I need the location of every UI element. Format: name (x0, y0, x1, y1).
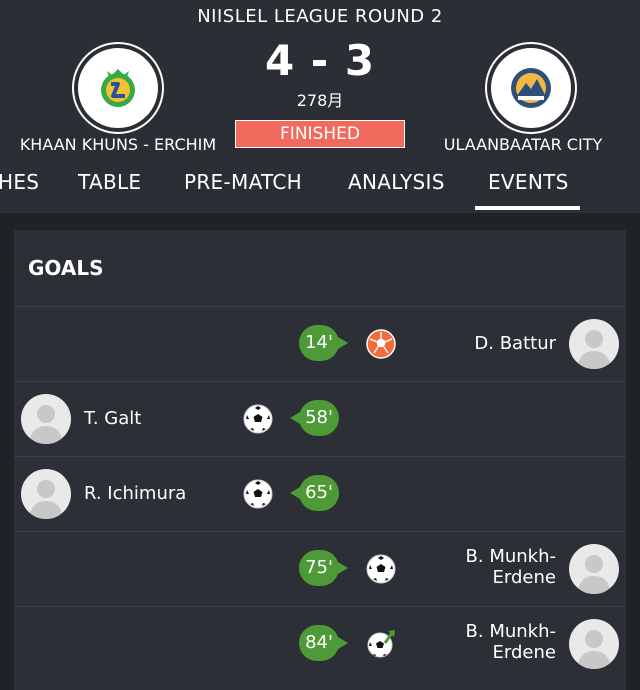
player-silhouette-icon (577, 555, 611, 594)
goal-minute-badge: 58' (290, 400, 339, 436)
player-avatar[interactable] (21, 469, 71, 519)
player-name-line2: Erdene (492, 642, 556, 663)
player-silhouette-icon (29, 405, 63, 444)
player-name[interactable]: B. Munkh- Erdene (466, 546, 556, 588)
soccer-ball-icon (243, 404, 273, 434)
player-avatar[interactable] (21, 394, 71, 444)
goal-minute-badge: 84' (299, 625, 348, 661)
tab-pre-match[interactable]: PRE-MATCH (184, 170, 302, 194)
goals-card: GOALS 14' D. Battur T. Galt 58' R. Ichim… (14, 230, 626, 690)
match-status-badge: FINISHED (235, 120, 405, 148)
home-team-logo[interactable] (74, 44, 162, 132)
player-avatar[interactable] (569, 319, 619, 369)
league-round-title: NIISLEL LEAGUE ROUND 2 (197, 6, 443, 27)
soccer-ball-icon (243, 479, 273, 509)
khaan-khuns-erchim-crest-icon (101, 69, 135, 107)
goal-minute-badge: 75' (299, 550, 348, 586)
home-team-name[interactable]: KHAAN KHUNS - ERCHIM (0, 135, 236, 154)
match-score: 4 - 3 (264, 36, 376, 85)
player-name[interactable]: T. Galt (84, 408, 141, 429)
goals-title: GOALS (28, 256, 104, 280)
ulaanbaatar-city-crest-icon (511, 68, 551, 108)
player-avatar[interactable] (569, 544, 619, 594)
match-header: NIISLEL LEAGUE ROUND 2 4 - 3 278月 FINISH… (0, 0, 640, 213)
player-silhouette-icon (29, 480, 63, 519)
player-name[interactable]: B. Munkh- Erdene (466, 621, 556, 663)
player-name[interactable]: R. Ichimura (84, 483, 186, 504)
goal-minute-badge: 14' (299, 325, 348, 361)
goal-minute-badge: 65' (290, 475, 339, 511)
tab-analysis[interactable]: ANALYSIS (348, 170, 445, 194)
own-goal-ball-icon (366, 329, 396, 359)
player-name-line1: B. Munkh- (465, 546, 556, 567)
goal-event-row[interactable]: R. Ichimura 65' (14, 456, 626, 531)
tab-table[interactable]: TABLE (78, 170, 141, 194)
player-name-line2: Erdene (492, 567, 556, 588)
match-date: 278月 (296, 91, 344, 110)
goal-event-row[interactable]: 14' D. Battur (14, 306, 626, 381)
away-team-name[interactable]: ULAANBAATAR CITY (416, 135, 630, 154)
goal-event-row[interactable]: 75' B. Munkh- Erdene (14, 531, 626, 606)
soccer-ball-icon (366, 554, 396, 584)
player-name[interactable]: D. Battur (474, 333, 556, 354)
player-silhouette-icon (577, 630, 611, 669)
active-tab-indicator (475, 206, 580, 210)
goal-event-row[interactable]: 84' B. Munkh- Erdene (14, 606, 626, 681)
player-name-line1: B. Munkh- (465, 621, 556, 642)
soccer-ball-assist-icon (367, 630, 395, 658)
away-team-logo[interactable] (487, 44, 575, 132)
goal-event-row[interactable]: T. Galt 58' (14, 381, 626, 456)
tab-matches[interactable]: HES (0, 170, 39, 194)
player-avatar[interactable] (569, 619, 619, 669)
player-silhouette-icon (577, 330, 611, 369)
tab-events[interactable]: EVENTS (488, 170, 569, 194)
